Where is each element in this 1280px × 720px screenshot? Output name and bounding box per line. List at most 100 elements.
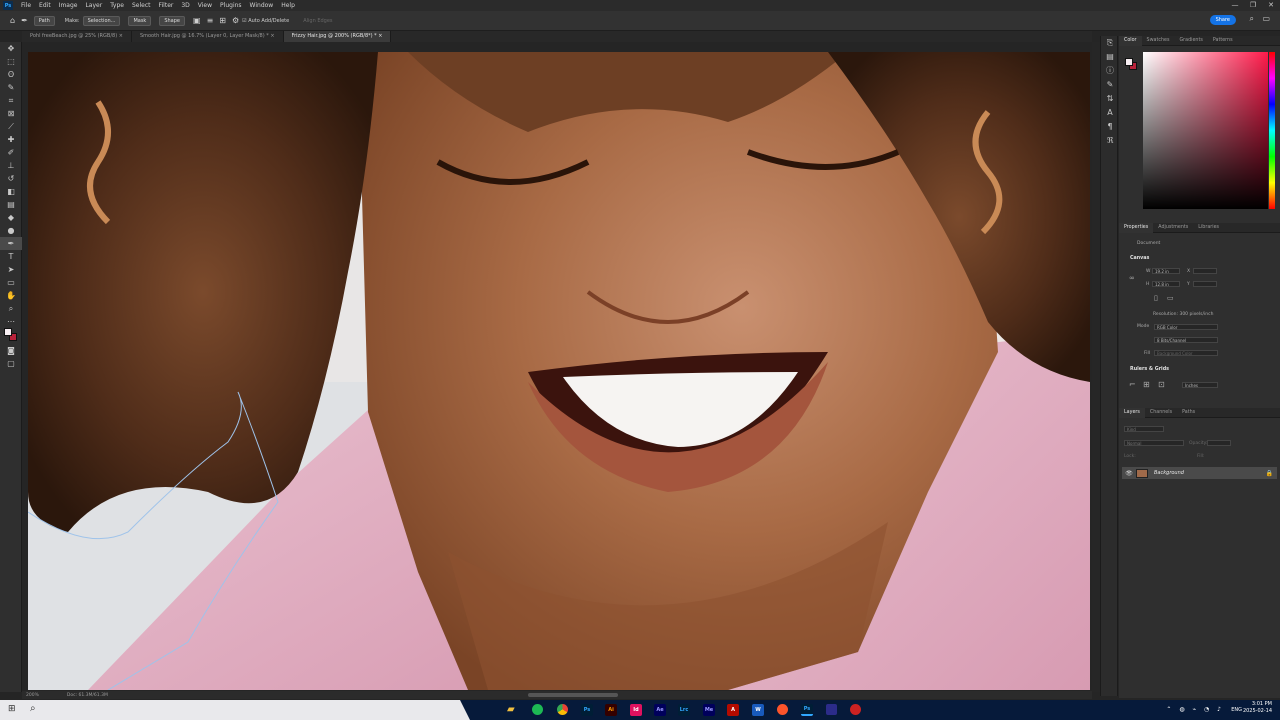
more-tools-icon[interactable]: ⋯: [0, 315, 22, 328]
info-icon[interactable]: ⓘ: [1101, 64, 1119, 78]
home-icon[interactable]: ⌂: [10, 16, 15, 25]
screen-mode-icon[interactable]: ▢: [0, 357, 22, 370]
landscape-orientation-icon[interactable]: ▭: [1167, 294, 1174, 302]
units-select[interactable]: Inches: [1182, 382, 1218, 388]
start-icon[interactable]: ⊞: [8, 704, 16, 714]
taskbar-lightroom[interactable]: Lrc: [678, 704, 690, 716]
premiere-icon[interactable]: [826, 704, 837, 715]
history-brush-tool-icon[interactable]: ↺: [0, 172, 22, 185]
taskbar-illustrator[interactable]: Ai: [605, 704, 617, 716]
fill-select[interactable]: Background Color: [1154, 350, 1218, 356]
color-picker-field[interactable]: [1143, 52, 1268, 209]
path-select-tool-icon[interactable]: ➤: [0, 263, 22, 276]
comments-icon[interactable]: ▤: [1101, 50, 1119, 64]
opacity-field[interactable]: [1207, 440, 1231, 446]
frame-tool-icon[interactable]: ⊠: [0, 107, 22, 120]
language-indicator[interactable]: ENG: [1231, 707, 1242, 713]
foreground-color-swatch[interactable]: [4, 328, 12, 336]
tab-swatches[interactable]: Swatches: [1142, 36, 1175, 46]
zoom-tool-icon[interactable]: ⌕: [0, 302, 22, 315]
horizontal-scrollbar[interactable]: [528, 693, 618, 697]
type-tool-icon[interactable]: T: [0, 250, 22, 263]
share-button[interactable]: Share: [1209, 15, 1236, 25]
tab-adjustments[interactable]: Adjustments: [1153, 223, 1193, 233]
tab-layers[interactable]: Layers: [1119, 407, 1145, 418]
character-icon[interactable]: A: [1101, 106, 1119, 120]
quick-mask-icon[interactable]: ◙: [0, 344, 22, 357]
close-icon[interactable]: ×: [119, 33, 123, 39]
auto-add-delete-checkbox[interactable]: ☑ Auto Add/Delete: [242, 18, 289, 24]
make-selection-button[interactable]: Selection...: [82, 15, 121, 26]
path-arrangement-icon[interactable]: ⊞: [219, 16, 226, 25]
align-edges-checkbox[interactable]: Align Edges: [303, 18, 332, 24]
tab-properties[interactable]: Properties: [1119, 222, 1154, 233]
taskbar-media-encoder[interactable]: Me: [703, 704, 715, 716]
height-field[interactable]: 12.8 in: [1152, 281, 1180, 287]
clock-app-icon[interactable]: [850, 704, 861, 715]
pen-tool-icon[interactable]: ✒: [0, 237, 22, 250]
close-icon[interactable]: ×: [378, 33, 382, 39]
menu-edit[interactable]: Edit: [35, 2, 55, 9]
clock[interactable]: 3:01 PM 2025-02-14: [1243, 701, 1272, 715]
x-field[interactable]: [1193, 268, 1217, 274]
eraser-tool-icon[interactable]: ◧: [0, 185, 22, 198]
history-icon[interactable]: ⎘: [1101, 36, 1119, 50]
ruler-icon[interactable]: ⌐: [1129, 380, 1136, 389]
blur-tool-icon[interactable]: ◆: [0, 211, 22, 224]
tool-mode-select[interactable]: Path: [33, 15, 55, 26]
menu-plugins[interactable]: Plugins: [216, 2, 246, 9]
width-field[interactable]: 19.2 in: [1152, 268, 1180, 274]
dodge-tool-icon[interactable]: ●: [0, 224, 22, 237]
taskbar-acrobat[interactable]: A: [727, 704, 739, 716]
shape-tool-icon[interactable]: ▭: [0, 276, 22, 289]
make-mask-button[interactable]: Mask: [128, 15, 152, 26]
close-window-button[interactable]: ✕: [1262, 0, 1280, 11]
menu-image[interactable]: Image: [55, 2, 82, 9]
spotify-icon[interactable]: [532, 704, 543, 715]
hand-tool-icon[interactable]: ✋: [0, 289, 22, 302]
vertical-scrollbar[interactable]: [1092, 42, 1100, 692]
tab-paths[interactable]: Paths: [1177, 408, 1200, 418]
tab-gradients[interactable]: Gradients: [1174, 36, 1207, 46]
minimize-button[interactable]: —: [1226, 0, 1244, 11]
file-explorer-icon[interactable]: ▰: [507, 704, 515, 715]
glyphs-icon[interactable]: ℜ: [1101, 134, 1119, 148]
system-tray-icons[interactable]: ⌃ ◍ ⌁ ◔ ♪: [1166, 706, 1224, 713]
adjustments-icon[interactable]: ⇅: [1101, 92, 1119, 106]
taskbar-after-effects[interactable]: Ae: [654, 704, 666, 716]
bit-depth-select[interactable]: 8 Bits/Channel: [1154, 337, 1218, 343]
settings-gear-icon[interactable]: ⚙: [232, 16, 239, 25]
marquee-tool-icon[interactable]: ⬚: [0, 55, 22, 68]
maximize-button[interactable]: ❐: [1244, 0, 1262, 11]
chrome-icon[interactable]: [557, 704, 568, 715]
menu-file[interactable]: File: [17, 2, 35, 9]
taskbar-photoshop[interactable]: Ps: [581, 704, 593, 716]
tab-patterns[interactable]: Patterns: [1208, 36, 1238, 46]
zoom-level[interactable]: 200%: [26, 693, 39, 698]
tab-frizzy-hair[interactable]: Frizzy Hair.jpg @ 200% (RGB/8*) * ×: [283, 31, 392, 42]
rulers-grids-section[interactable]: Rulers & Grids: [1130, 367, 1169, 372]
pen-tool-icon[interactable]: ✒: [21, 16, 28, 25]
menu-help[interactable]: Help: [277, 2, 299, 9]
menu-view[interactable]: View: [194, 2, 216, 9]
menu-type[interactable]: Type: [106, 2, 128, 9]
taskbar-indesign[interactable]: Id: [630, 704, 642, 716]
close-icon[interactable]: ×: [270, 33, 274, 39]
tab-libraries[interactable]: Libraries: [1193, 223, 1224, 233]
menu-filter[interactable]: Filter: [155, 2, 178, 9]
lasso-tool-icon[interactable]: ʘ: [0, 68, 22, 81]
healing-brush-tool-icon[interactable]: ✚: [0, 133, 22, 146]
brave-icon[interactable]: [777, 704, 788, 715]
eyedropper-tool-icon[interactable]: ⟋: [0, 120, 22, 133]
menu-window[interactable]: Window: [246, 2, 278, 9]
taskbar-word[interactable]: W: [752, 704, 764, 716]
link-icon[interactable]: ∞: [1129, 274, 1135, 282]
document-canvas[interactable]: [28, 52, 1090, 690]
layer-filter-kind[interactable]: Kind: [1124, 426, 1164, 432]
tab-smooth-hair[interactable]: Smooth Hair.jpg @ 16.7% (Layer 0, Layer …: [132, 31, 284, 42]
crop-tool-icon[interactable]: ⌗: [0, 94, 22, 107]
brush-settings-icon[interactable]: ✎: [1101, 78, 1119, 92]
make-shape-button[interactable]: Shape: [159, 15, 185, 26]
tab-color[interactable]: Color: [1119, 35, 1142, 46]
grid-icon[interactable]: ⊞: [1143, 380, 1150, 389]
